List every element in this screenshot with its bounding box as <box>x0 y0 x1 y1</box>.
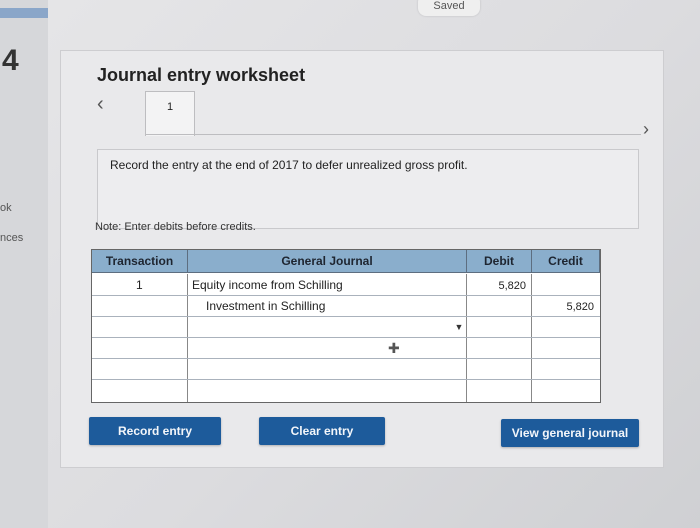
row-1-debit-field[interactable]: 5,820 <box>470 280 526 292</box>
row-2-credit-field[interactable]: 5,820 <box>536 301 594 313</box>
view-general-journal-button[interactable]: View general journal <box>501 419 639 447</box>
instruction-box: Record the entry at the end of 2017 to d… <box>97 149 639 229</box>
row-divider <box>92 316 600 317</box>
move-cursor-icon: ✚ <box>388 340 400 356</box>
chevron-left-icon[interactable]: ‹ <box>97 93 104 116</box>
journal-worksheet-panel: Journal entry worksheet ‹ › 1 Record the… <box>60 50 664 468</box>
journal-table: Transaction General Journal Debit Credit… <box>91 249 601 403</box>
record-entry-button[interactable]: Record entry <box>89 417 221 445</box>
row-divider <box>92 379 600 380</box>
row-divider <box>92 358 600 359</box>
row-1-account-field[interactable]: Equity income from Schilling <box>192 278 343 292</box>
row-divider <box>92 337 600 338</box>
tab-1[interactable]: 1 <box>145 91 195 136</box>
column-divider <box>187 274 188 402</box>
sidebar-mark: 4 <box>2 44 19 77</box>
instruction-text: Record the entry at the end of 2017 to d… <box>110 158 468 172</box>
column-divider <box>466 274 467 402</box>
row-1-transaction: 1 <box>136 278 143 292</box>
column-divider <box>531 274 532 402</box>
clear-entry-button[interactable]: Clear entry <box>259 417 385 445</box>
page-title: Journal entry worksheet <box>97 65 306 85</box>
tab-divider <box>145 134 641 135</box>
header-transaction: Transaction <box>92 250 188 273</box>
sidebar-text-2[interactable]: nces <box>0 232 23 244</box>
row-divider <box>92 295 600 296</box>
row-2-account-field[interactable]: Investment in Schilling <box>206 299 325 313</box>
table-header-row: Transaction General Journal Debit Credit <box>92 250 600 274</box>
sidebar-top-bar <box>0 8 48 18</box>
header-general-journal: General Journal <box>188 250 467 273</box>
chevron-right-icon[interactable]: › <box>643 119 649 140</box>
note-text: Note: Enter debits before credits. <box>95 221 256 233</box>
saved-status-badge: Saved <box>418 0 480 16</box>
header-debit: Debit <box>467 250 532 273</box>
header-credit: Credit <box>532 250 600 273</box>
account-dropdown-chevron-down-icon[interactable]: ▼ <box>452 320 466 334</box>
left-sidebar: 4 ok nces <box>0 0 48 528</box>
sidebar-text-1[interactable]: ok <box>0 202 12 214</box>
